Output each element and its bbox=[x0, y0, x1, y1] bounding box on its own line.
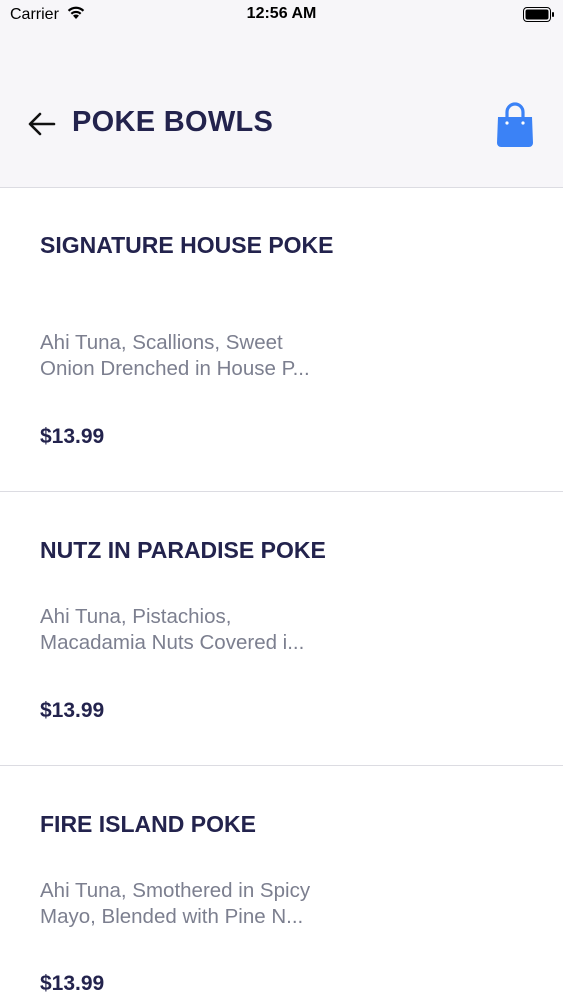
item-description: Ahi Tuna, Scallions, Sweet Onion Drenche… bbox=[40, 330, 350, 382]
item-price: $13.99 bbox=[40, 699, 105, 722]
status-bar: Carrier 12:56 AM bbox=[0, 0, 563, 30]
menu-item[interactable]: FIRE ISLAND POKE Ahi Tuna, Smothered in … bbox=[0, 766, 563, 1000]
item-description-line: Macadamia Nuts Covered i... bbox=[40, 631, 305, 654]
menu-list: SIGNATURE HOUSE POKE Ahi Tuna, Scallions… bbox=[0, 189, 563, 1000]
item-description-line: Onion Drenched in House P... bbox=[40, 357, 310, 380]
arrow-left-icon bbox=[28, 112, 56, 141]
item-description: Ahi Tuna, Smothered in Spicy Mayo, Blend… bbox=[40, 878, 350, 930]
page-title: POKE BOWLS bbox=[72, 106, 274, 138]
item-description: Ahi Tuna, Pistachios, Macadamia Nuts Cov… bbox=[40, 604, 350, 656]
item-description-line: Mayo, Blended with Pine N... bbox=[40, 905, 304, 928]
status-time: 12:56 AM bbox=[246, 5, 317, 22]
shopping-bag-icon bbox=[495, 102, 535, 153]
item-name: FIRE ISLAND POKE bbox=[40, 811, 256, 837]
item-description-line: Ahi Tuna, Pistachios, bbox=[40, 605, 232, 628]
menu-item[interactable]: NUTZ IN PARADISE POKE Ahi Tuna, Pistachi… bbox=[0, 492, 563, 766]
item-description-line: Ahi Tuna, Smothered in Spicy bbox=[40, 879, 311, 902]
item-description-line: Ahi Tuna, Scallions, Sweet bbox=[40, 331, 283, 354]
battery-icon bbox=[523, 7, 555, 22]
item-name: NUTZ IN PARADISE POKE bbox=[40, 537, 326, 563]
item-price: $13.99 bbox=[40, 425, 105, 448]
header: POKE BOWLS bbox=[0, 30, 563, 188]
cart-button[interactable] bbox=[495, 101, 535, 149]
back-button[interactable] bbox=[26, 110, 58, 142]
item-name: SIGNATURE HOUSE POKE bbox=[40, 232, 334, 258]
item-price: $13.99 bbox=[40, 972, 105, 995]
menu-item[interactable]: SIGNATURE HOUSE POKE Ahi Tuna, Scallions… bbox=[0, 189, 563, 492]
